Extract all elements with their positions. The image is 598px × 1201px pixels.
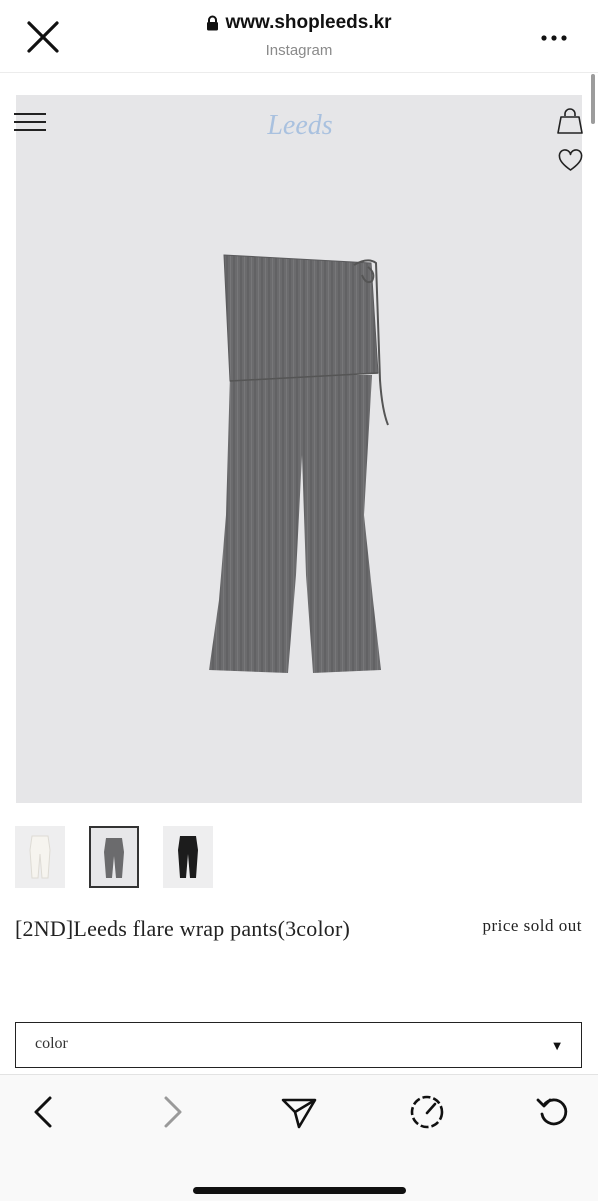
forward-arrow-icon[interactable] (152, 1092, 192, 1132)
thumbnail-black[interactable] (163, 826, 213, 888)
heart-icon[interactable] (558, 149, 583, 173)
product-title: [2ND]Leeds flare wrap pants(3color) (15, 916, 351, 941)
shopping-bag-icon[interactable] (557, 108, 583, 134)
brand-logo[interactable]: Leeds (250, 104, 350, 144)
back-arrow-icon[interactable] (24, 1092, 64, 1132)
thumbnail-ivory[interactable] (15, 826, 65, 888)
browser-top-bar: www.shopleeds.kr Instagram (0, 0, 598, 73)
address-area[interactable]: www.shopleeds.kr Instagram (0, 12, 598, 59)
pants-illustration (209, 254, 389, 673)
color-select-label: color (35, 1035, 68, 1052)
lock-icon (207, 15, 219, 31)
svg-text:Leeds: Leeds (266, 110, 332, 141)
chevron-down-icon: ▼ (553, 1041, 561, 1052)
hamburger-menu-icon[interactable] (14, 112, 46, 132)
url-text[interactable]: www.shopleeds.kr (225, 12, 391, 34)
reload-icon[interactable] (534, 1092, 574, 1132)
share-send-icon[interactable] (279, 1092, 319, 1132)
page-scrollbar[interactable] (591, 74, 595, 124)
color-select[interactable]: color ▼ (15, 1022, 582, 1068)
product-main-image[interactable] (16, 95, 582, 803)
price-status: price sold out (482, 916, 582, 935)
thumbnail-grey[interactable] (89, 826, 139, 888)
source-app-label: Instagram (265, 42, 333, 59)
more-dots-icon[interactable] (540, 34, 568, 42)
home-indicator[interactable] (193, 1187, 406, 1194)
speed-gauge-icon[interactable] (407, 1092, 447, 1132)
